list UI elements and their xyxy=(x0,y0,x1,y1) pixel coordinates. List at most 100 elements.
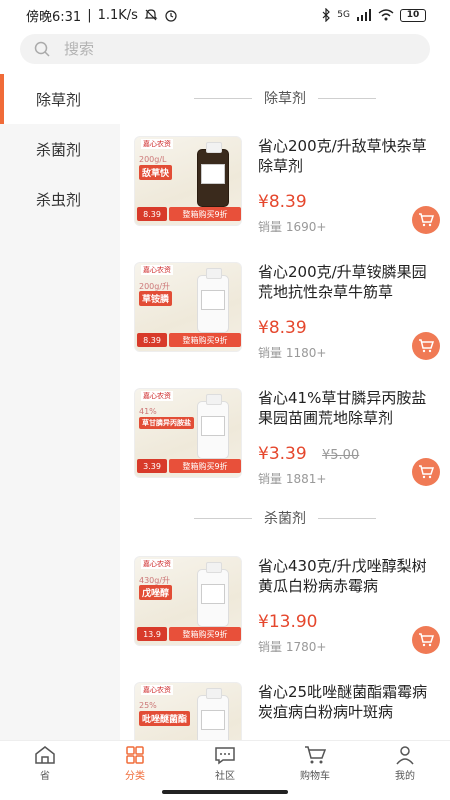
product-title[interactable]: 省心200克/升敌草快杂草除草剂 xyxy=(258,136,440,176)
tab-label: 社区 xyxy=(215,771,235,782)
tab-label: 购物车 xyxy=(300,771,330,782)
thumb-price: 8.39 xyxy=(137,333,167,347)
thumb-brand: 嘉心农资 xyxy=(141,265,173,275)
product-card[interactable]: 嘉心农资 430g/升 戊唑醇 13.9 整箱购买9折 省心430克/升戊唑醇梨… xyxy=(134,556,440,654)
thumb-price: 3.39 xyxy=(137,459,167,473)
app-screen: 傍晚6:31 | 1.1K/s 5G 10 除草剂 杀菌剂 杀虫剂 除草剂 xyxy=(0,0,450,800)
community-icon xyxy=(215,747,235,765)
thumb-name: 草甘膦异丙胺盐 xyxy=(139,417,194,429)
product-title[interactable]: 省心200克/升草铵膦果园荒地抗性杂草牛筋草 xyxy=(258,262,440,302)
product-image[interactable]: 嘉心农资 25% 吡唑醚菌酯 xyxy=(134,682,242,740)
product-card[interactable]: 嘉心农资 41% 草甘膦异丙胺盐 3.39 整箱购买9折 省心41%草甘膦异丙胺… xyxy=(134,388,440,486)
bottle-graphic xyxy=(197,394,229,459)
add-to-cart-button[interactable] xyxy=(412,626,440,654)
cart-icon xyxy=(419,633,434,647)
cart-icon xyxy=(419,339,434,353)
product-card[interactable]: 嘉心农资 200g/升 草铵膦 8.39 整箱购买9折 省心200克/升草铵膦果… xyxy=(134,262,440,360)
bottle-label xyxy=(201,710,225,730)
product-image[interactable]: 嘉心农资 200g/L 敌草快 8.39 整箱购买9折 xyxy=(134,136,242,226)
tab-label: 省 xyxy=(40,771,50,782)
bottle-label xyxy=(201,416,225,436)
bottle-graphic xyxy=(197,688,229,740)
status-separator: | xyxy=(87,7,92,23)
thumb-name: 草铵膦 xyxy=(139,291,173,306)
wifi-icon xyxy=(378,9,394,21)
thumb-brand: 嘉心农资 xyxy=(141,139,173,149)
sidebar-item-label: 杀菌剂 xyxy=(36,140,82,159)
network-type: 5G xyxy=(337,10,350,20)
home-icon xyxy=(35,746,55,764)
thumb-name: 吡唑醚菌酯 xyxy=(139,711,191,726)
tab-profile[interactable]: 我的 xyxy=(360,741,450,786)
sidebar-item-herbicide[interactable]: 除草剂 xyxy=(0,74,120,124)
section-title: 除草剂 xyxy=(264,91,306,107)
product-card[interactable]: 嘉心农资 25% 吡唑醚菌酯 省心25吡唑醚菌酯霜霉病炭疽病白粉病叶斑病 xyxy=(134,682,440,740)
thumb-price: 13.9 xyxy=(137,627,167,641)
mute-icon xyxy=(144,9,158,21)
cart-icon xyxy=(419,465,434,479)
product-card[interactable]: 嘉心农资 200g/L 敌草快 8.39 整箱购买9折 省心200克/升敌草快杂… xyxy=(134,136,440,234)
category-sidebar: 除草剂 杀菌剂 杀虫剂 xyxy=(0,74,120,740)
thumb-spec: 25% xyxy=(139,701,157,710)
bottle-label xyxy=(201,164,225,184)
cart-icon xyxy=(305,746,326,764)
product-title[interactable]: 省心25吡唑醚菌酯霜霉病炭疽病白粉病叶斑病 xyxy=(258,682,440,722)
product-sales: 销量 1690+ xyxy=(258,220,327,234)
product-image[interactable]: 嘉心农资 41% 草甘膦异丙胺盐 3.39 整箱购买9折 xyxy=(134,388,242,478)
alarm-icon xyxy=(165,10,177,22)
sidebar-item-fungicide[interactable]: 杀菌剂 xyxy=(0,124,120,174)
search-bar[interactable] xyxy=(20,34,430,64)
status-left: 傍晚6:31 | 1.1K/s xyxy=(26,6,178,25)
bluetooth-icon xyxy=(322,8,331,22)
tab-category[interactable]: 分类 xyxy=(90,741,180,786)
section-header-herbicide: 除草剂 xyxy=(120,88,450,108)
status-bar: 傍晚6:31 | 1.1K/s 5G 10 xyxy=(0,0,450,30)
status-speed: 1.1K/s xyxy=(97,7,138,23)
thumb-spec: 41% xyxy=(139,407,157,416)
thumb-name: 敌草快 xyxy=(139,165,173,180)
divider xyxy=(318,97,376,99)
tab-label: 分类 xyxy=(125,771,145,782)
bottle-graphic xyxy=(197,268,229,333)
add-to-cart-button[interactable] xyxy=(412,332,440,360)
sidebar-item-label: 杀虫剂 xyxy=(36,190,82,209)
product-price: ¥8.39 xyxy=(258,318,307,338)
add-to-cart-button[interactable] xyxy=(412,458,440,486)
product-sales: 销量 1780+ xyxy=(258,640,327,654)
product-list: 除草剂 嘉心农资 200g/L 敌草快 8.39 整箱购买9折 省心200克/升… xyxy=(120,74,450,740)
thumb-brand: 嘉心农资 xyxy=(141,559,173,569)
product-price: ¥13.90 xyxy=(258,612,318,632)
bottle-label xyxy=(201,584,225,604)
home-indicator[interactable] xyxy=(162,790,288,794)
thumb-spec: 200g/L xyxy=(139,155,167,164)
divider xyxy=(194,97,252,99)
product-image[interactable]: 嘉心农资 430g/升 戊唑醇 13.9 整箱购买9折 xyxy=(134,556,242,646)
search-input[interactable] xyxy=(64,40,364,58)
cart-icon xyxy=(419,213,434,227)
profile-icon xyxy=(396,746,414,765)
thumb-name: 戊唑醇 xyxy=(139,585,173,600)
bottom-tab-bar: 省 分类 社区 购物车 我的 xyxy=(0,740,450,786)
product-sales: 销量 1881+ xyxy=(258,472,327,486)
thumb-promo: 整箱购买9折 xyxy=(169,459,241,473)
tab-home[interactable]: 省 xyxy=(0,741,90,786)
sidebar-item-label: 除草剂 xyxy=(36,90,82,109)
product-old-price: ¥5.00 xyxy=(322,448,360,463)
status-time: 傍晚6:31 xyxy=(26,9,82,25)
divider xyxy=(194,517,252,519)
status-right: 5G 10 xyxy=(321,8,426,22)
product-title[interactable]: 省心41%草甘膦异丙胺盐果园苗圃荒地除草剂 xyxy=(258,388,440,428)
add-to-cart-button[interactable] xyxy=(412,206,440,234)
battery-icon: 10 xyxy=(400,8,426,22)
thumb-promo: 整箱购买9折 xyxy=(169,627,241,641)
product-image[interactable]: 嘉心农资 200g/升 草铵膦 8.39 整箱购买9折 xyxy=(134,262,242,352)
sidebar-item-insecticide[interactable]: 杀虫剂 xyxy=(0,174,120,224)
tab-cart[interactable]: 购物车 xyxy=(270,741,360,786)
bottle-graphic xyxy=(197,562,229,627)
product-title[interactable]: 省心430克/升戊唑醇梨树黄瓜白粉病赤霉病 xyxy=(258,556,440,596)
signal-icon xyxy=(357,9,371,21)
thumb-brand: 嘉心农资 xyxy=(141,685,173,695)
tab-community[interactable]: 社区 xyxy=(180,741,270,786)
divider xyxy=(318,517,376,519)
section-title: 杀菌剂 xyxy=(264,511,306,527)
